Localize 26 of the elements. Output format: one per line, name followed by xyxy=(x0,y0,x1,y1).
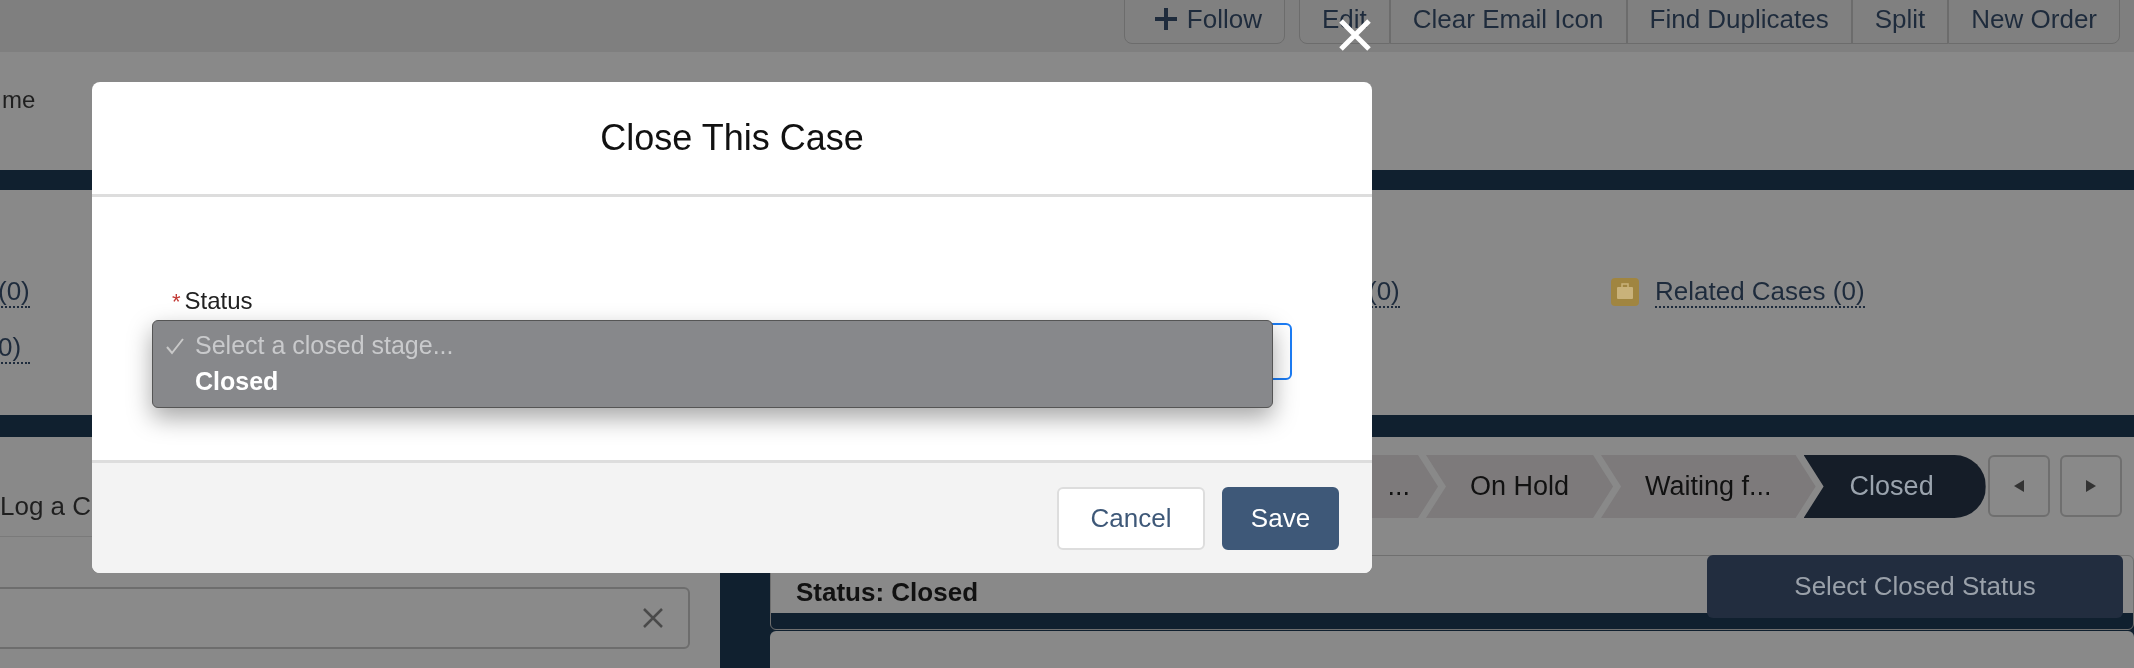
tab-label[interactable]: Log a C xyxy=(0,487,92,526)
required-asterisk: * xyxy=(172,287,181,316)
next-button[interactable] xyxy=(2060,455,2122,517)
previous-button[interactable] xyxy=(1988,455,2050,517)
plus-icon xyxy=(1152,6,1179,32)
dropdown-option[interactable]: Closed xyxy=(195,363,279,401)
related-list-link[interactable]: Related Cases (0) xyxy=(1655,276,1865,308)
header-button[interactable]: Find Duplicates xyxy=(1626,0,1852,44)
related-list-link[interactable]: (0) xyxy=(0,276,30,308)
briefcase-icon xyxy=(1611,278,1639,306)
cancel-button[interactable]: Cancel xyxy=(1057,486,1205,550)
search-field[interactable] xyxy=(0,587,690,649)
save-button[interactable]: Save xyxy=(1222,486,1339,550)
select-closed-status-button[interactable]: Select Closed Status xyxy=(1707,555,2123,618)
header-button[interactable]: New Order xyxy=(1948,0,2120,44)
modal-title: Close This Case xyxy=(600,116,864,160)
path-stage[interactable]: Waiting f... xyxy=(1601,455,1816,518)
clear-icon xyxy=(642,607,664,629)
header-button[interactable]: Clear Email Icon xyxy=(1389,0,1627,44)
field-label: Status xyxy=(184,286,253,316)
status-text: Status: Closed xyxy=(796,576,979,609)
header-button[interactable]: Split xyxy=(1851,0,1949,44)
path-stage[interactable]: Closed xyxy=(1803,455,1986,518)
header-button[interactable]: Follow xyxy=(1123,0,1285,44)
path-stage[interactable]: On Hold xyxy=(1426,455,1614,518)
record-name-text: me xyxy=(2,85,36,115)
